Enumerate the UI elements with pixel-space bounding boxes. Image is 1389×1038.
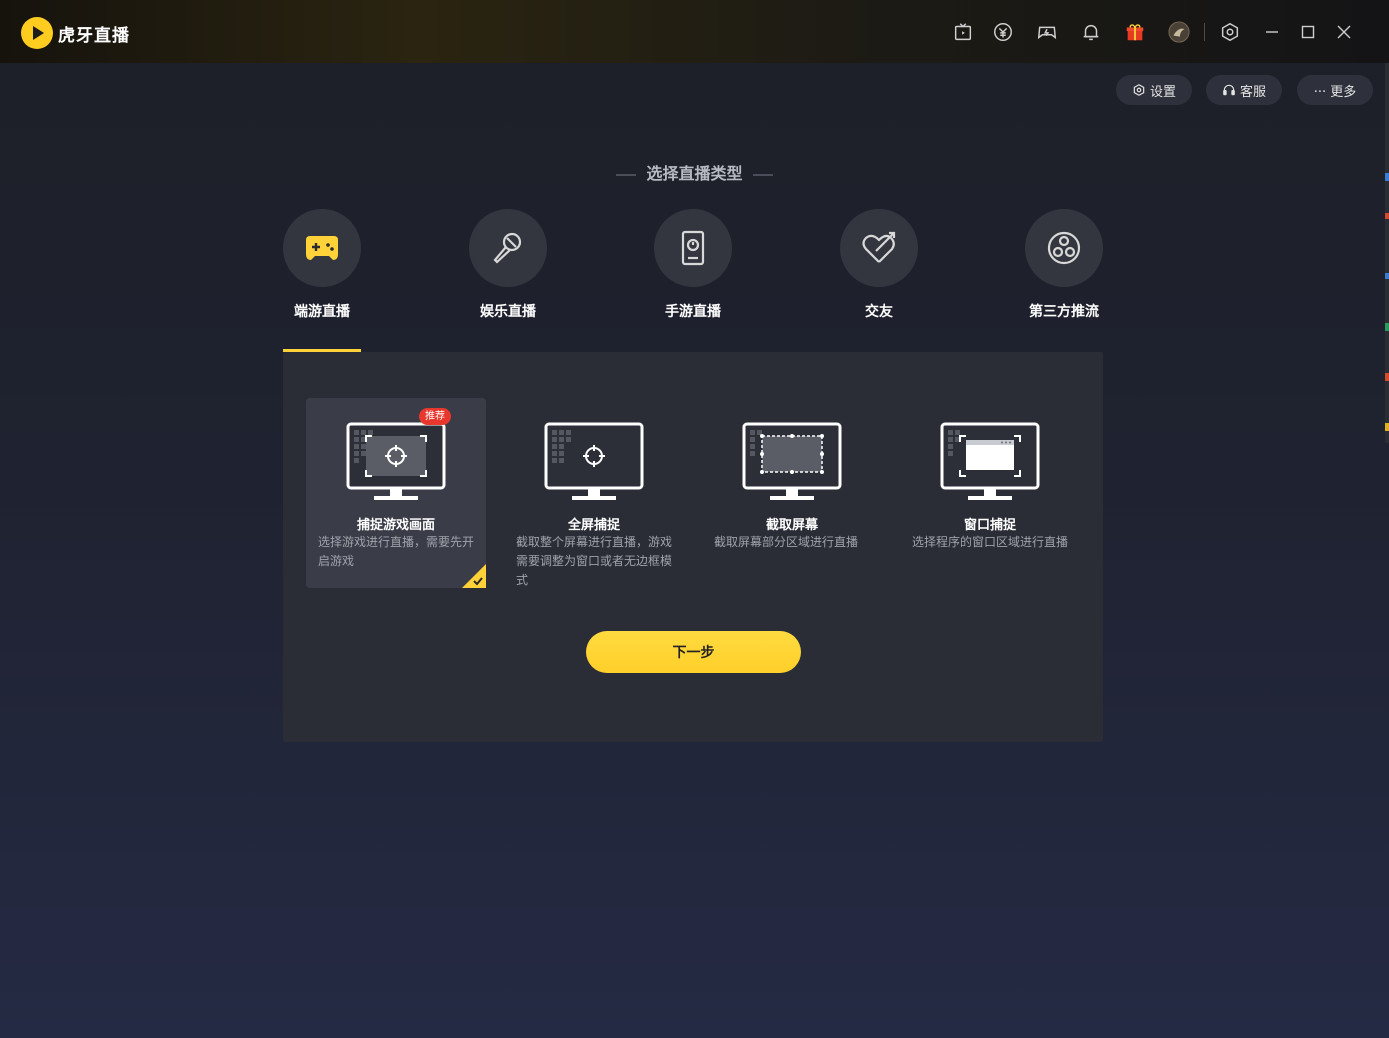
tab-label: 第三方推流 bbox=[1029, 304, 1099, 320]
tab-mobile-game[interactable]: 手游直播 bbox=[633, 209, 753, 321]
gift-icon[interactable] bbox=[1122, 19, 1148, 45]
section-title: 选择直播类型 bbox=[646, 164, 743, 183]
close-icon[interactable] bbox=[1331, 19, 1357, 45]
tab-pc-game[interactable]: 端游直播 bbox=[262, 209, 382, 321]
game-controller-icon[interactable] bbox=[1034, 19, 1060, 45]
game-capture-monitor-icon bbox=[346, 422, 446, 500]
background-window-edge bbox=[1385, 63, 1389, 443]
more-label: ··· 更多 bbox=[1313, 84, 1357, 100]
app-logo: 虎牙直播 bbox=[21, 17, 130, 49]
settings-button[interactable]: 设置 bbox=[1116, 75, 1192, 105]
recommended-badge: 推荐 bbox=[419, 408, 451, 425]
obs-icon bbox=[1047, 231, 1081, 265]
settings-label: 设置 bbox=[1149, 84, 1176, 100]
tab-dating[interactable]: 交友 bbox=[819, 209, 939, 321]
capture-desc: 选择程序的窗口区域进行直播 bbox=[912, 535, 1069, 549]
next-step-button[interactable]: 下一步 bbox=[586, 631, 801, 673]
capture-desc: 截取整个屏幕进行直播，游戏需要调整为窗口或者无边框模式 bbox=[516, 535, 673, 587]
microphone-icon bbox=[493, 232, 522, 264]
region-monitor-icon bbox=[742, 422, 842, 500]
section-heading: 选择直播类型 bbox=[0, 160, 1389, 184]
titlebar-actions bbox=[950, 19, 1357, 45]
heading-dash-right bbox=[752, 173, 773, 176]
title-bar: 虎牙直播 bbox=[0, 0, 1389, 63]
titlebar-divider bbox=[1204, 23, 1205, 41]
capture-desc: 选择游戏进行直播，需要先开启游戏 bbox=[318, 535, 475, 568]
capture-panel: 推荐 捕捉游戏画面 选择游戏进行直播，需要先开启游戏 全屏捕捉 截取整个屏幕进行… bbox=[283, 352, 1103, 742]
type-circle bbox=[1025, 209, 1103, 287]
fullscreen-monitor-icon bbox=[544, 422, 644, 500]
yuan-coin-icon[interactable] bbox=[990, 19, 1016, 45]
avatar[interactable] bbox=[1166, 19, 1192, 45]
capture-title: 窗口捕捉 bbox=[963, 518, 1016, 533]
customer-service-button[interactable]: 客服 bbox=[1206, 75, 1282, 105]
bell-icon[interactable] bbox=[1078, 19, 1104, 45]
type-circle bbox=[283, 209, 361, 287]
tab-third-party-stream[interactable]: 第三方推流 bbox=[1004, 209, 1124, 321]
heart-arrow-icon bbox=[862, 231, 896, 263]
gamepad-icon bbox=[306, 236, 338, 260]
customer-service-label: 客服 bbox=[1239, 84, 1266, 100]
tab-label: 娱乐直播 bbox=[480, 304, 536, 320]
selected-check-icon bbox=[462, 564, 486, 588]
capture-game-card[interactable]: 推荐 捕捉游戏画面 选择游戏进行直播，需要先开启游戏 bbox=[306, 398, 486, 588]
window-capture-monitor-icon bbox=[940, 422, 1040, 500]
type-circle bbox=[654, 209, 732, 287]
tab-label: 端游直播 bbox=[294, 304, 350, 320]
more-button[interactable]: ··· 更多 bbox=[1297, 75, 1373, 105]
capture-title: 捕捉游戏画面 bbox=[356, 518, 435, 533]
app-title: 虎牙直播 bbox=[58, 25, 130, 46]
tab-label: 手游直播 bbox=[665, 304, 721, 320]
headset-icon bbox=[1223, 84, 1235, 96]
tab-label: 交友 bbox=[865, 304, 893, 320]
capture-fullscreen-card[interactable]: 全屏捕捉 截取整个屏幕进行直播，游戏需要调整为窗口或者无边框模式 bbox=[504, 398, 684, 588]
huya-logo-icon bbox=[21, 17, 53, 49]
heading-dash-left bbox=[616, 173, 637, 176]
type-circle bbox=[840, 209, 918, 287]
maximize-icon[interactable] bbox=[1295, 19, 1321, 45]
settings-hex-icon bbox=[1133, 84, 1145, 96]
tv-icon[interactable] bbox=[950, 19, 976, 45]
tab-entertainment[interactable]: 娱乐直播 bbox=[448, 209, 568, 321]
minimize-icon[interactable] bbox=[1259, 19, 1285, 45]
capture-desc: 截取屏幕部分区域进行直播 bbox=[714, 535, 859, 549]
phone-icon bbox=[681, 230, 705, 266]
capture-title: 全屏捕捉 bbox=[567, 518, 620, 533]
capture-region-card[interactable]: 截取屏幕 截取屏幕部分区域进行直播 bbox=[702, 398, 882, 588]
type-circle bbox=[469, 209, 547, 287]
settings-hex-icon[interactable] bbox=[1217, 19, 1243, 45]
capture-title: 截取屏幕 bbox=[765, 518, 818, 533]
capture-window-card[interactable]: 窗口捕捉 选择程序的窗口区域进行直播 bbox=[900, 398, 1080, 588]
